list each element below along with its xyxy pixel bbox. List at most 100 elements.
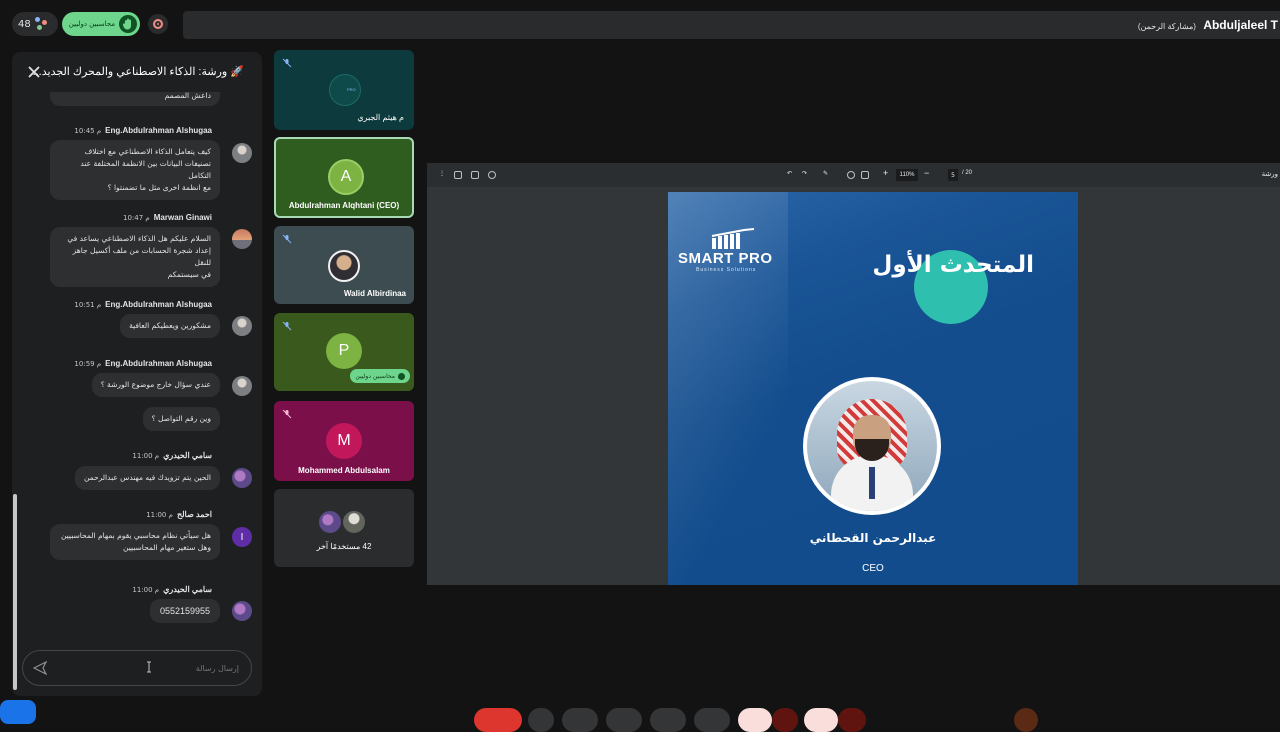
annotate-icon[interactable]: [488, 171, 496, 179]
chat-scrollbar[interactable]: [13, 494, 17, 690]
rotate-icon[interactable]: [847, 171, 855, 179]
message-time: 11:00 م: [132, 452, 160, 460]
speaker-portrait: [803, 377, 941, 515]
pdf-toolbar: ⋮ ↶ ↷ ✎ + 110% − 5 / 20 ورشة: [427, 163, 1280, 187]
avatar: [232, 316, 252, 336]
message-line: إعداد شجرة الحسابات من ملف أكسيل جاهز لل…: [72, 246, 211, 267]
slide: SMART PRO Business Solutions المتحدث الأ…: [668, 192, 1078, 585]
slide-heading: المتحدث الأول: [872, 252, 1034, 278]
camera-off-button[interactable]: [738, 708, 772, 732]
others-tile[interactable]: 42 مستخدمًا آخر: [274, 489, 414, 567]
raised-hand-label: محاسبين دوليين: [68, 20, 115, 28]
message-meta: 10:47 م Marwan Ginawi: [123, 213, 212, 222]
message-bubble: وين رقم التواصل ؟: [142, 407, 220, 431]
mic-options-button[interactable]: [838, 708, 866, 732]
message-bubble: السلام عليكم هل الذكاء الاصطناعي يساعد ف…: [50, 227, 220, 287]
rocket-icon: 🚀: [230, 66, 244, 78]
redo-icon[interactable]: ↷: [802, 170, 807, 177]
reactions-button[interactable]: [562, 708, 598, 732]
speaker-role: CEO: [862, 563, 884, 574]
participant-name: Abdulrahman Alqhtani (CEO): [288, 201, 400, 210]
participant-name: Walid Albirdinaa: [343, 289, 406, 298]
top-bar: 48 محاسبين دوليين (مشاركة الرحمن) Abdulj…: [0, 0, 1280, 48]
sender-name: سامي الحيدري: [163, 585, 212, 594]
meeting-info-button[interactable]: [0, 700, 36, 724]
message-line: عندي سؤال خارج موضوع الورشة ؟: [100, 380, 211, 389]
fit-page-icon[interactable]: [861, 171, 869, 179]
avatar: [232, 229, 252, 249]
tile-logo: PRO: [329, 74, 361, 106]
others-avatars: [317, 509, 373, 535]
undo-icon[interactable]: ↶: [787, 170, 792, 177]
page-input[interactable]: 5: [948, 169, 958, 181]
avatar: [232, 468, 252, 488]
sender-name: احمد صالح: [176, 510, 212, 519]
tile-logo-text: PRO: [347, 87, 356, 92]
participant-tile[interactable]: Walid Albirdinaa: [274, 226, 414, 304]
message-bubble: هل سيأتي نظام محاسبي يقوم بمهام المحاسبي…: [50, 524, 220, 560]
message-meta: 10:45 م Eng.Abdulrahman Alshugaa: [74, 126, 212, 135]
participant-avatar: P: [326, 333, 362, 369]
mic-off-icon: [282, 58, 292, 68]
hand-icon: [398, 372, 405, 380]
message-meta: 11:00 م سامي الحيدري: [132, 451, 212, 460]
send-icon[interactable]: [33, 661, 47, 675]
print-icon[interactable]: [454, 171, 462, 179]
message-line: كيف يتعامل الذكاء الاصطناعي مع اختلاف: [84, 147, 211, 156]
captions-button[interactable]: [606, 708, 642, 732]
speaker-name: عبدالرحمن القحطاني: [809, 531, 937, 545]
participants-button[interactable]: 48: [12, 12, 58, 36]
participant-tile-active-speaker[interactable]: A Abdulrahman Alqhtani (CEO): [274, 137, 414, 218]
zoom-in-icon[interactable]: +: [883, 168, 888, 178]
chat-messages[interactable]: داعش المصمم 10:45 م Eng.Abdulrahman Alsh…: [12, 92, 262, 652]
message-time: 11:00 م: [146, 511, 173, 519]
chat-button[interactable]: [1014, 708, 1038, 732]
message-time: 10:59 م: [74, 360, 102, 368]
sender-name: Eng.Abdulrahman Alshugaa: [105, 126, 212, 135]
brand-bars-icon: [711, 228, 755, 249]
more-options-icon[interactable]: ⋮: [439, 170, 445, 177]
participant-tile[interactable]: M Mohammed Abdulsalam: [274, 401, 414, 481]
hand-raised-badge: محاسبين دوليين: [350, 369, 410, 383]
chat-title: 🚀 ورشة: الذكاء الاصطناعي والمحرك الجديد.…: [33, 65, 244, 78]
message-line: مشكورين ويعطيكم العافية: [129, 321, 211, 330]
mic-off-button[interactable]: [804, 708, 838, 732]
brand-subtitle: Business Solutions: [696, 267, 757, 273]
camera-options-button[interactable]: [772, 708, 798, 732]
presenter-suffix: (مشاركة الرحمن): [1137, 22, 1196, 31]
zoom-out-icon[interactable]: −: [924, 168, 929, 178]
message-bubble: الحين يتم تزويدك فيه مهندس عبدالرحمن: [74, 466, 220, 490]
chat-input[interactable]: [69, 660, 239, 676]
participant-tile[interactable]: P محاسبين دوليين: [274, 313, 414, 391]
message-time: 10:45 م: [74, 127, 102, 135]
raise-hand-button[interactable]: [694, 708, 730, 732]
message-bubble: عندي سؤال خارج موضوع الورشة ؟: [91, 373, 220, 397]
message-meta: 11:00 م احمد صالح: [146, 510, 212, 519]
others-count: 42 مستخدمًا آخر: [316, 542, 372, 551]
badge-label: محاسبين دوليين: [355, 372, 395, 380]
leave-call-button[interactable]: [474, 708, 522, 732]
chat-header: 🚀 ورشة: الذكاء الاصطناعي والمحرك الجديد.…: [12, 52, 262, 92]
participant-name: Mohammed Abdulsalam: [298, 466, 390, 475]
participant-avatar: A: [328, 159, 364, 195]
avatar: [232, 601, 252, 621]
recording-icon: [148, 14, 168, 34]
draw-icon[interactable]: ✎: [823, 170, 828, 177]
message-line: مع انظمة اخرى مثل ما تضمنتوا ؟: [107, 183, 211, 192]
message-bubble: مشكورين ويعطيكم العافية: [120, 314, 220, 338]
raised-hand-indicator[interactable]: محاسبين دوليين: [62, 12, 140, 36]
presentation-area: ⋮ ↶ ↷ ✎ + 110% − 5 / 20 ورشة SMART PRO B…: [427, 163, 1280, 585]
participant-name: م هيثم الجبري: [357, 113, 404, 122]
chat-title-text: ورشة: الذكاء الاصطناعي والمحرك الجديد...: [32, 66, 228, 78]
present-button[interactable]: [650, 708, 686, 732]
more-options-button[interactable]: [528, 708, 554, 732]
message-composer: [22, 650, 252, 686]
presentation-header: (مشاركة الرحمن) Abduljaleel T: [183, 11, 1280, 39]
participant-tile[interactable]: PRO م هيثم الجبري: [274, 50, 414, 130]
download-icon[interactable]: [471, 171, 479, 179]
sender-name: Eng.Abdulrahman Alshugaa: [105, 300, 212, 309]
avatar: I: [232, 527, 252, 547]
message-meta: 11:00 م سامي الحيدري: [132, 585, 212, 594]
zoom-level[interactable]: 110%: [896, 169, 918, 181]
participants-icon: [34, 17, 49, 31]
